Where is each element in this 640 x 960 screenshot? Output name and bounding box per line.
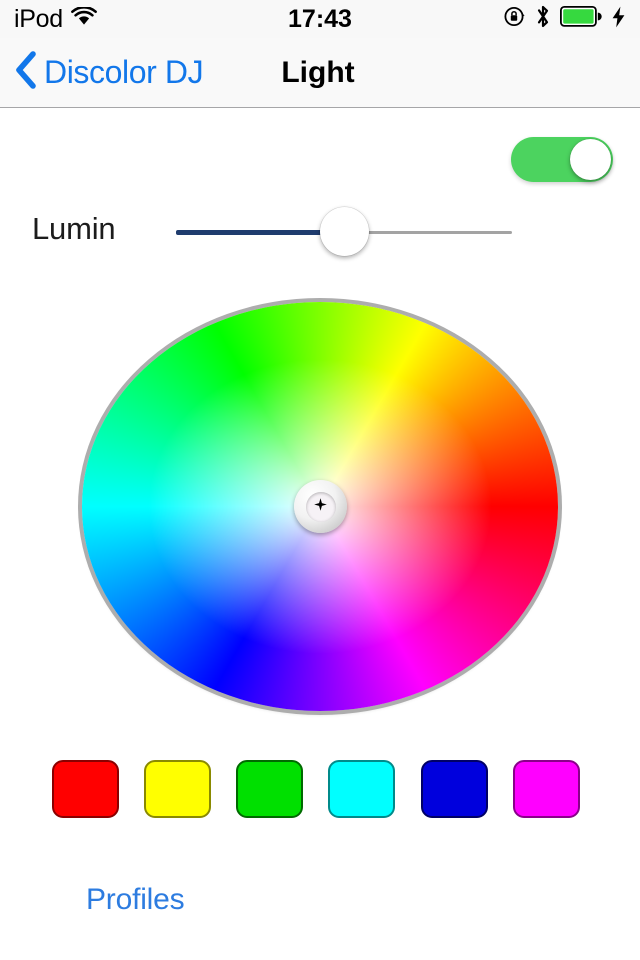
swatch-yellow[interactable] <box>144 760 211 818</box>
lumin-slider[interactable] <box>176 206 512 260</box>
chevron-left-icon <box>14 51 37 94</box>
slider-track-fill <box>176 230 344 235</box>
swatch-blue[interactable] <box>421 760 488 818</box>
back-button-label: Discolor DJ <box>44 54 204 90</box>
crosshair-icon <box>313 497 328 517</box>
status-bar-right <box>503 4 626 34</box>
color-wheel-selector[interactable] <box>294 480 347 533</box>
power-toggle-knob <box>570 139 611 180</box>
lightning-bolt-icon <box>611 6 626 33</box>
status-bar: iPod 17:43 <box>0 0 640 38</box>
clock-label: 17:43 <box>288 4 352 33</box>
swatch-magenta[interactable] <box>513 760 580 818</box>
swatch-green[interactable] <box>236 760 303 818</box>
navigation-bar: Discolor DJ Light <box>0 38 640 108</box>
status-bar-left: iPod <box>14 4 97 33</box>
bluetooth-icon <box>535 4 551 34</box>
profiles-link[interactable]: Profiles <box>86 883 185 917</box>
color-swatch-row <box>52 760 580 820</box>
battery-icon <box>559 5 602 32</box>
swatch-cyan[interactable] <box>328 760 395 818</box>
page-title-text: Light <box>281 55 355 89</box>
rotation-lock-icon <box>503 5 526 33</box>
carrier-label: iPod <box>14 4 63 33</box>
wifi-icon <box>70 5 97 31</box>
slider-thumb[interactable] <box>319 207 369 256</box>
power-toggle[interactable] <box>511 137 613 182</box>
back-button[interactable]: Discolor DJ <box>14 38 204 107</box>
color-wheel-selector-inner <box>305 491 336 522</box>
swatch-red[interactable] <box>52 760 119 818</box>
lumin-slider-label: Lumin <box>32 211 116 246</box>
